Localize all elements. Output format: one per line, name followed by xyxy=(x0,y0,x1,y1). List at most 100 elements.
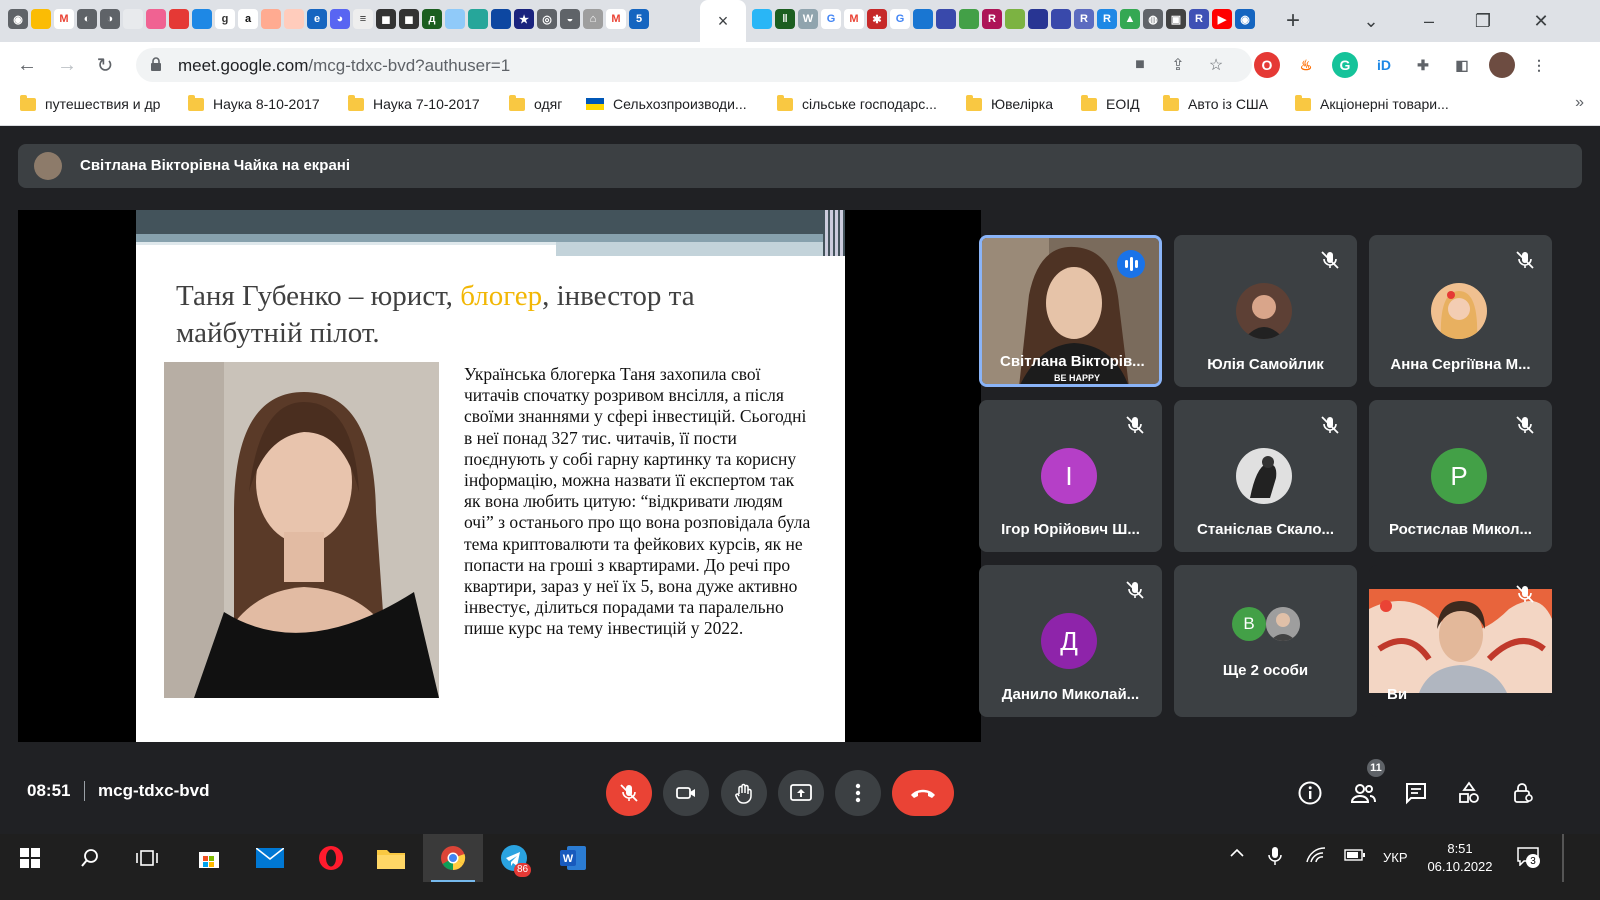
tab-favicon-icon[interactable] xyxy=(31,9,51,29)
tab-favicon-icon[interactable] xyxy=(1028,9,1048,29)
bookmarks-overflow-button[interactable]: » xyxy=(1575,94,1584,112)
opera-extension-icon[interactable]: O xyxy=(1254,52,1280,78)
google-icon[interactable]: G xyxy=(821,9,841,29)
tab-favicon-icon[interactable] xyxy=(261,9,281,29)
bookmark-item[interactable]: сільське господарс... xyxy=(777,94,937,112)
tab-favicon-icon[interactable]: ◎ xyxy=(537,9,557,29)
tab-favicon-icon[interactable] xyxy=(1051,9,1071,29)
edge-icon[interactable]: e xyxy=(307,9,327,29)
minimize-icon[interactable]: – xyxy=(1414,6,1444,36)
google-drive-icon[interactable]: ▲ xyxy=(1120,9,1140,29)
tab-favicon-icon[interactable] xyxy=(468,9,488,29)
tab-favicon-icon[interactable] xyxy=(192,9,212,29)
more-options-button[interactable] xyxy=(835,770,881,816)
input-language[interactable]: УКР xyxy=(1383,850,1408,865)
microphone-tray-icon[interactable] xyxy=(1268,846,1282,869)
discord-icon[interactable]: ◕ xyxy=(330,9,350,29)
gmail-icon[interactable]: M xyxy=(54,9,74,29)
close-tab-icon[interactable]: × xyxy=(718,11,729,32)
side-panel-icon[interactable]: ◧ xyxy=(1449,52,1475,78)
restore-icon[interactable]: ❐ xyxy=(1468,6,1498,36)
share-icon[interactable]: ⇪ xyxy=(1166,53,1190,77)
meeting-details-button[interactable] xyxy=(1291,774,1329,812)
bookmark-item[interactable]: Сельхозпроизводи... xyxy=(586,96,747,112)
tab-favicon-icon[interactable] xyxy=(1005,9,1025,29)
file-explorer-button[interactable] xyxy=(361,834,421,882)
globe-icon[interactable]: ◒ xyxy=(560,9,580,29)
new-tab-button[interactable]: + xyxy=(1278,6,1308,36)
globe-icon[interactable]: ◑ xyxy=(100,9,120,29)
search-button[interactable] xyxy=(60,834,120,882)
tab-favicon-icon[interactable]: 5 xyxy=(629,9,649,29)
bookmark-item[interactable]: Акціонерні товари... xyxy=(1295,94,1449,112)
tab-favicon-icon[interactable]: R xyxy=(1074,9,1094,29)
self-view-tile[interactable]: Ви xyxy=(1369,565,1552,717)
reload-icon[interactable]: ↻ xyxy=(90,50,120,80)
back-icon[interactable]: ← xyxy=(12,50,42,80)
tab-favicon-icon[interactable]: ≡ xyxy=(353,9,373,29)
task-view-button[interactable] xyxy=(117,834,177,882)
participant-tile[interactable]: Р Ростислав Микол... xyxy=(1369,400,1552,552)
bookmark-item[interactable]: Наука 8-10-2017 xyxy=(188,94,320,112)
fire-extension-icon[interactable]: ♨ xyxy=(1293,52,1319,78)
eu-flag-icon[interactable]: ★ xyxy=(514,9,534,29)
present-screen-button[interactable] xyxy=(778,770,824,816)
bookmark-item[interactable]: Ювелірка xyxy=(966,94,1053,112)
show-hidden-icons-button[interactable] xyxy=(1229,846,1245,863)
host-controls-button[interactable] xyxy=(1504,774,1542,812)
telegram-button[interactable]: 86 xyxy=(484,834,544,882)
tab-favicon-icon[interactable]: ‖ xyxy=(775,9,795,29)
google-icon[interactable]: G xyxy=(890,9,910,29)
globe-icon[interactable]: ◍ xyxy=(1143,9,1163,29)
tab-favicon-icon[interactable]: ◼ xyxy=(399,9,419,29)
tab-favicon-icon[interactable]: W xyxy=(798,9,818,29)
tab-favicon-icon[interactable]: g xyxy=(215,9,235,29)
bookmark-star-icon[interactable]: ☆ xyxy=(1204,53,1228,77)
participant-tile[interactable]: Світлана Вікторів... BE HAPPY xyxy=(979,235,1162,387)
bookmark-item[interactable]: ЕОІД xyxy=(1081,94,1140,112)
tab-favicon-icon[interactable]: ◼ xyxy=(376,9,396,29)
address-bar[interactable]: meet.google.com/mcg-tdxc-bvd?authuser=1 … xyxy=(136,48,1252,82)
chrome-icon[interactable]: ◉ xyxy=(8,9,28,29)
mail-button[interactable] xyxy=(240,834,300,882)
tab-favicon-icon[interactable]: ▣ xyxy=(1166,9,1186,29)
participant-tile-overflow[interactable]: В Ще 2 особи xyxy=(1174,565,1357,717)
tab-favicon-icon[interactable]: R xyxy=(1189,9,1209,29)
people-button[interactable] xyxy=(1344,774,1382,812)
youtube-icon[interactable]: ▶ xyxy=(1212,9,1232,29)
chat-button[interactable] xyxy=(1397,774,1435,812)
id-extension-icon[interactable]: iD xyxy=(1371,52,1397,78)
tab-favicon-icon[interactable]: д xyxy=(422,9,442,29)
chrome-taskbar-button[interactable] xyxy=(423,834,483,882)
globe-icon[interactable]: ◐ xyxy=(77,9,97,29)
toggle-mic-button[interactable] xyxy=(606,770,652,816)
tab-favicon-icon[interactable]: ◉ xyxy=(1235,9,1255,29)
lock-icon[interactable] xyxy=(150,56,162,72)
forward-icon[interactable]: → xyxy=(52,50,82,80)
tab-favicon-icon[interactable] xyxy=(913,9,933,29)
participant-tile[interactable]: Анна Сергіївна М... xyxy=(1369,235,1552,387)
participant-tile[interactable]: Станіслав Скало... xyxy=(1174,400,1357,552)
tab-favicon-icon[interactable] xyxy=(959,9,979,29)
profile-avatar[interactable] xyxy=(1489,52,1515,78)
tab-favicon-icon[interactable]: ⌂ xyxy=(583,9,603,29)
bookmark-item[interactable]: путешествия и др xyxy=(20,94,160,112)
bookmark-item[interactable]: одяг xyxy=(509,94,562,112)
raise-hand-button[interactable] xyxy=(721,770,767,816)
grammarly-extension-icon[interactable]: G xyxy=(1332,52,1358,78)
wifi-tray-icon[interactable] xyxy=(1305,846,1327,867)
start-button[interactable] xyxy=(0,834,60,882)
participant-tile[interactable]: Д Данило Миколай... xyxy=(979,565,1162,717)
bookmark-item[interactable]: Авто із США xyxy=(1163,94,1268,112)
show-desktop-button[interactable] xyxy=(1562,834,1564,882)
tab-favicon-icon[interactable] xyxy=(284,9,304,29)
tab-favicon-icon[interactable] xyxy=(123,9,143,29)
system-clock[interactable]: 8:51 06.10.2022 xyxy=(1420,840,1500,876)
participant-tile[interactable]: І Ігор Юрійович Ш... xyxy=(979,400,1162,552)
amazon-icon[interactable]: a xyxy=(238,9,258,29)
active-tab[interactable]: × xyxy=(700,0,746,42)
gmail-icon[interactable]: M xyxy=(844,9,864,29)
url-text[interactable]: meet.google.com/mcg-tdxc-bvd?authuser=1 xyxy=(178,56,510,76)
tab-search-icon[interactable]: ⌄ xyxy=(1356,6,1386,36)
tab-favicon-icon[interactable]: R xyxy=(1097,9,1117,29)
